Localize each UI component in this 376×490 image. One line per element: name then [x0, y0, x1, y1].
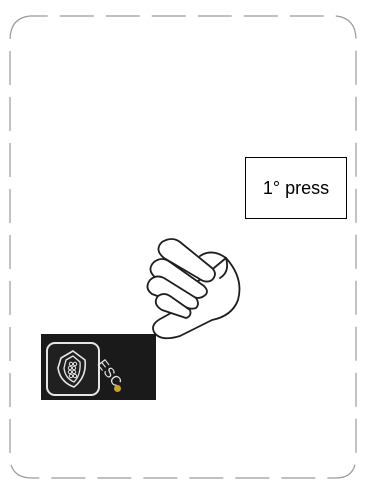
status-led — [114, 385, 121, 392]
shield-icon — [57, 350, 87, 388]
esc-button[interactable] — [46, 342, 100, 396]
device-diagram: 1° press ESC — [0, 0, 376, 490]
press-callout-text: 1° press — [262, 177, 330, 198]
press-callout: 1° press — [245, 157, 347, 219]
control-panel: ESC — [41, 334, 156, 400]
pointing-hand-icon — [146, 238, 241, 340]
